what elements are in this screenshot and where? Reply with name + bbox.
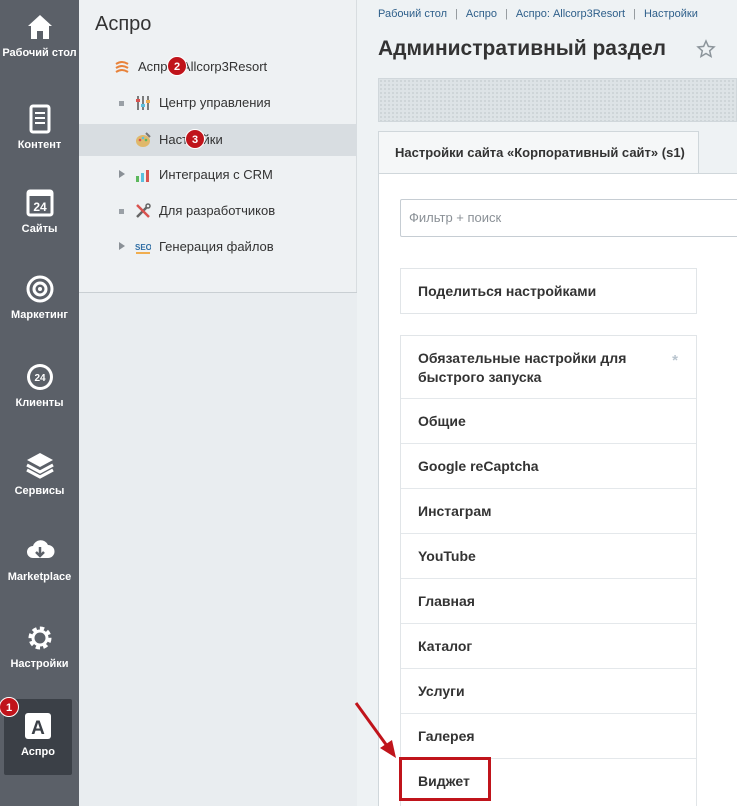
rail-item-sites[interactable]: 24 Сайты (0, 188, 79, 236)
breadcrumb-item[interactable]: Аспро (466, 8, 497, 20)
step-badge: 3 (185, 129, 205, 149)
settings-panel: Фильтр + поиск Поделиться настройками Об… (378, 173, 737, 806)
settings-row-label: Каталог (418, 638, 473, 654)
step-badge: 2 (167, 56, 187, 76)
menu-item-label: Интеграция с CRM (159, 167, 273, 182)
settings-row-label: Общие (418, 413, 466, 429)
target-icon (26, 275, 53, 303)
settings-row-label: Инстаграм (418, 503, 492, 519)
menu-title: Аспро (95, 13, 152, 35)
share-settings-row[interactable]: Поделиться настройками (401, 269, 696, 313)
rail-item-settings[interactable]: Настройки (0, 623, 79, 671)
layers-icon (25, 453, 54, 479)
highlight-box (399, 757, 491, 801)
sliders-icon (136, 96, 150, 110)
settings-row-recaptcha[interactable]: Google reCaptcha (401, 444, 696, 489)
required-mark: * (672, 352, 678, 369)
menu-item-aspro-module[interactable]: Аспро: Allcorp3Resort (79, 51, 357, 83)
document-icon (29, 104, 50, 134)
seo-icon: SEO (135, 243, 151, 254)
settings-row-label: Услуги (418, 683, 465, 699)
menu-item-file-generation[interactable]: SEO Генерация файлов (79, 231, 357, 263)
home-icon (27, 15, 52, 39)
calendar-24-icon: 24 (26, 189, 53, 217)
aspro-logo-icon (115, 61, 129, 73)
rail-item-label: Marketplace (7, 571, 72, 583)
filter-search-input[interactable]: Фильтр + поиск (400, 199, 737, 237)
rail-item-label: Контент (17, 139, 62, 151)
bullet-icon (119, 209, 124, 214)
svg-text:SEO: SEO (135, 243, 151, 252)
svg-text:24: 24 (33, 200, 47, 214)
breadcrumb: Рабочий стол | Аспро | Аспро: Allcorp3Resort… (378, 8, 698, 20)
settings-row-main-page[interactable]: Главная (401, 579, 696, 624)
rail-item-label: Рабочий стол (2, 47, 77, 59)
breadcrumb-item[interactable]: Рабочий стол (378, 8, 447, 20)
rail-item-label: Сервисы (14, 485, 65, 497)
bullet-icon (119, 101, 124, 106)
breadcrumb-item[interactable]: Аспро: Allcorp3Resort (516, 8, 625, 20)
settings-row-label: YouTube (418, 548, 476, 564)
settings-list: Обязательные настройки для быстрого запу… (400, 335, 697, 806)
menu-item-label: Центр управления (159, 95, 271, 110)
breadcrumb-separator: | (455, 8, 458, 20)
svg-text:A: A (31, 718, 45, 739)
rail-item-label: Настройки (10, 658, 69, 670)
settings-row-required[interactable]: Обязательные настройки для быстрого запу… (401, 336, 696, 399)
pointer-arrow-icon (354, 702, 396, 758)
menu-item-developers[interactable]: Для разработчиков (79, 195, 357, 227)
settings-row-general[interactable]: Общие (401, 399, 696, 444)
expand-arrow-icon[interactable] (119, 170, 125, 178)
rail-item-content[interactable]: Контент (0, 104, 79, 152)
tab-site-settings[interactable]: Настройки сайта «Корпоративный сайт» (s1… (378, 131, 699, 173)
settings-row-label: Google reCaptcha (418, 458, 539, 474)
breadcrumb-separator: | (504, 8, 508, 20)
rail-item-label: Аспро (21, 746, 55, 758)
palette-icon (136, 132, 151, 147)
svg-text:24: 24 (34, 373, 46, 384)
settings-row-label: Обязательные настройки для быстрого запу… (418, 350, 627, 385)
settings-row-youtube[interactable]: YouTube (401, 534, 696, 579)
menu-item-label: Для разработчиков (159, 203, 276, 218)
main-rail: Рабочий стол Контент 24 Сайты Маркетинг … (0, 0, 79, 806)
share-settings-card[interactable]: Поделиться настройками (400, 268, 697, 314)
share-settings-label: Поделиться настройками (418, 283, 597, 299)
settings-row-catalog[interactable]: Каталог (401, 624, 696, 669)
page-title: Административный раздел (378, 37, 667, 60)
rail-item-desktop[interactable]: Рабочий стол (0, 12, 79, 60)
rail-item-label: Сайты (21, 223, 58, 235)
toolbar (378, 78, 737, 122)
settings-row-label: Галерея (418, 728, 475, 744)
settings-row-label: Главная (418, 593, 475, 609)
menu-item-label: Генерация файлов (159, 239, 274, 254)
rail-item-marketplace[interactable]: Marketplace (0, 536, 79, 584)
tools-icon (136, 203, 151, 218)
section-menu: Аспро Аспро: Allcorp3Resort 2 Центр упра… (79, 0, 357, 806)
gear-icon (28, 626, 51, 650)
letter-a-icon: A (25, 713, 51, 739)
menu-item-settings[interactable]: Настройки (79, 124, 357, 156)
menu-item-crm-integration[interactable]: Интеграция с CRM (79, 159, 357, 191)
expand-arrow-icon[interactable] (119, 242, 125, 250)
menu-item-control-center[interactable]: Центр управления (79, 87, 357, 119)
rail-item-services[interactable]: Сервисы (0, 450, 79, 498)
settings-row-services[interactable]: Услуги (401, 669, 696, 714)
menu-item-label: Аспро: Allcorp3Resort (138, 59, 268, 74)
rail-item-label: Клиенты (15, 397, 64, 409)
cloud-download-icon (26, 540, 54, 558)
rail-item-marketing[interactable]: Маркетинг (0, 274, 79, 322)
main-content: Рабочий стол | Аспро | Аспро: Allcorp3Resort… (357, 0, 737, 806)
settings-row-gallery[interactable]: Галерея (401, 714, 696, 759)
menu-empty-area (79, 293, 357, 806)
rail-item-clients[interactable]: 24 Клиенты (0, 362, 79, 410)
crm-24-icon: 24 (26, 364, 53, 390)
breadcrumb-item[interactable]: Настройки (644, 8, 698, 20)
star-icon[interactable] (696, 39, 716, 59)
settings-row-instagram[interactable]: Инстаграм (401, 489, 696, 534)
chart-icon (136, 170, 149, 182)
rail-item-label: Маркетинг (11, 309, 68, 321)
breadcrumb-separator: | (633, 8, 636, 20)
step-badge: 1 (0, 697, 19, 717)
